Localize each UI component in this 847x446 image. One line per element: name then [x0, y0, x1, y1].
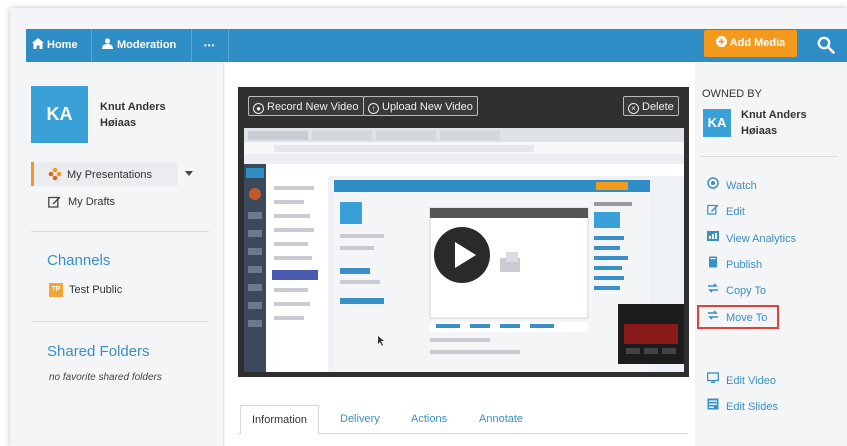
add-media-label: Add Media	[729, 37, 786, 49]
upload-new-video-label: Upload New Video	[382, 101, 473, 113]
analytics-icon	[706, 230, 720, 247]
plus-circle-icon	[715, 36, 727, 47]
user-name-line-1: Knut Anders	[100, 101, 166, 113]
edit-icon	[48, 196, 61, 208]
channel-badge: TP	[49, 283, 63, 297]
delete-label: Delete	[642, 101, 674, 113]
search-button[interactable]	[811, 30, 841, 60]
my-presentations-label: My Presentations	[67, 169, 152, 181]
owner-avatar: KA	[703, 109, 731, 137]
edit-video-label: Edit Video	[726, 375, 776, 387]
edit-slides-label: Edit Slides	[726, 401, 778, 413]
edit-video-action[interactable]: Edit Video	[706, 372, 776, 388]
my-drafts-label: My Drafts	[68, 196, 116, 208]
owner-name: Knut Anders Høiaas	[741, 107, 807, 139]
watch-action[interactable]: Watch	[706, 177, 757, 193]
publish-action[interactable]: Publish	[706, 256, 762, 272]
sidebar-item-my-drafts[interactable]: My Drafts	[48, 195, 115, 208]
watch-label: Watch	[726, 180, 757, 192]
tab-actions[interactable]: Actions	[411, 405, 447, 433]
view-analytics-label: View Analytics	[726, 233, 797, 245]
section-divider	[31, 321, 209, 322]
nav-home-label: Home	[47, 39, 78, 51]
monitor-icon	[706, 372, 720, 389]
play-button[interactable]	[434, 227, 490, 283]
nav-divider	[91, 29, 92, 62]
record-icon: ●	[253, 103, 264, 114]
copy-to-label: Copy To	[726, 285, 767, 297]
nav-more-button[interactable]: •••	[204, 29, 215, 62]
sidebar-item-my-presentations-content: My Presentations	[48, 167, 152, 181]
owned-by-title: OWNED BY	[702, 88, 762, 100]
nav-moderation-label: Moderation	[117, 39, 177, 51]
tab-delivery[interactable]: Delivery	[340, 405, 380, 433]
tab-annotate[interactable]: Annotate	[479, 405, 523, 433]
presentations-icon	[48, 167, 62, 181]
record-new-video-button[interactable]: ● Record New Video	[248, 96, 364, 116]
user-name: Knut Anders Høiaas	[100, 99, 166, 131]
search-icon	[817, 36, 835, 54]
channel-item-test-public[interactable]: Test Public	[69, 284, 122, 296]
user-avatar: KA	[31, 86, 88, 143]
shared-folders-title[interactable]: Shared Folders	[47, 343, 150, 360]
play-circle-icon	[706, 177, 720, 194]
edit-label: Edit	[726, 206, 745, 218]
nav-divider	[228, 29, 229, 62]
tab-information[interactable]: Information	[240, 405, 320, 434]
copy-arrows-icon	[706, 282, 720, 299]
publish-label: Publish	[726, 259, 763, 271]
add-media-button[interactable]: Add Media	[704, 30, 797, 57]
dropdown-caret-icon[interactable]	[185, 171, 193, 176]
channels-title[interactable]: Channels	[47, 252, 110, 269]
section-divider	[31, 231, 209, 232]
active-indicator	[31, 162, 34, 186]
owner-divider	[700, 156, 838, 157]
nav-moderation[interactable]: Moderation	[102, 29, 176, 62]
delete-button[interactable]: × Delete	[623, 96, 679, 116]
owner-name-line-1: Knut Anders	[741, 109, 807, 121]
owner-name-line-2: Høiaas	[741, 125, 778, 137]
user-icon	[102, 38, 113, 49]
play-icon	[455, 242, 476, 268]
home-icon	[32, 38, 44, 49]
view-analytics-action[interactable]: View Analytics	[706, 230, 796, 246]
publish-icon	[706, 256, 720, 273]
edit-action[interactable]: Edit	[706, 203, 745, 219]
edit-slides-action[interactable]: Edit Slides	[706, 398, 778, 414]
nav-home[interactable]: Home	[32, 29, 78, 62]
upload-new-video-button[interactable]: ↑ Upload New Video	[363, 96, 478, 116]
slides-icon	[706, 398, 720, 415]
delete-icon: ×	[628, 103, 639, 114]
shared-folders-empty-text: no favorite shared folders	[49, 372, 162, 383]
move-to-highlight	[697, 305, 779, 329]
record-new-video-label: Record New Video	[267, 101, 359, 113]
upload-icon: ↑	[368, 103, 379, 114]
edit-icon	[706, 203, 720, 220]
copy-to-action[interactable]: Copy To	[706, 282, 766, 298]
nav-divider	[191, 29, 192, 62]
column-divider	[223, 62, 224, 446]
user-name-line-2: Høiaas	[100, 117, 137, 129]
